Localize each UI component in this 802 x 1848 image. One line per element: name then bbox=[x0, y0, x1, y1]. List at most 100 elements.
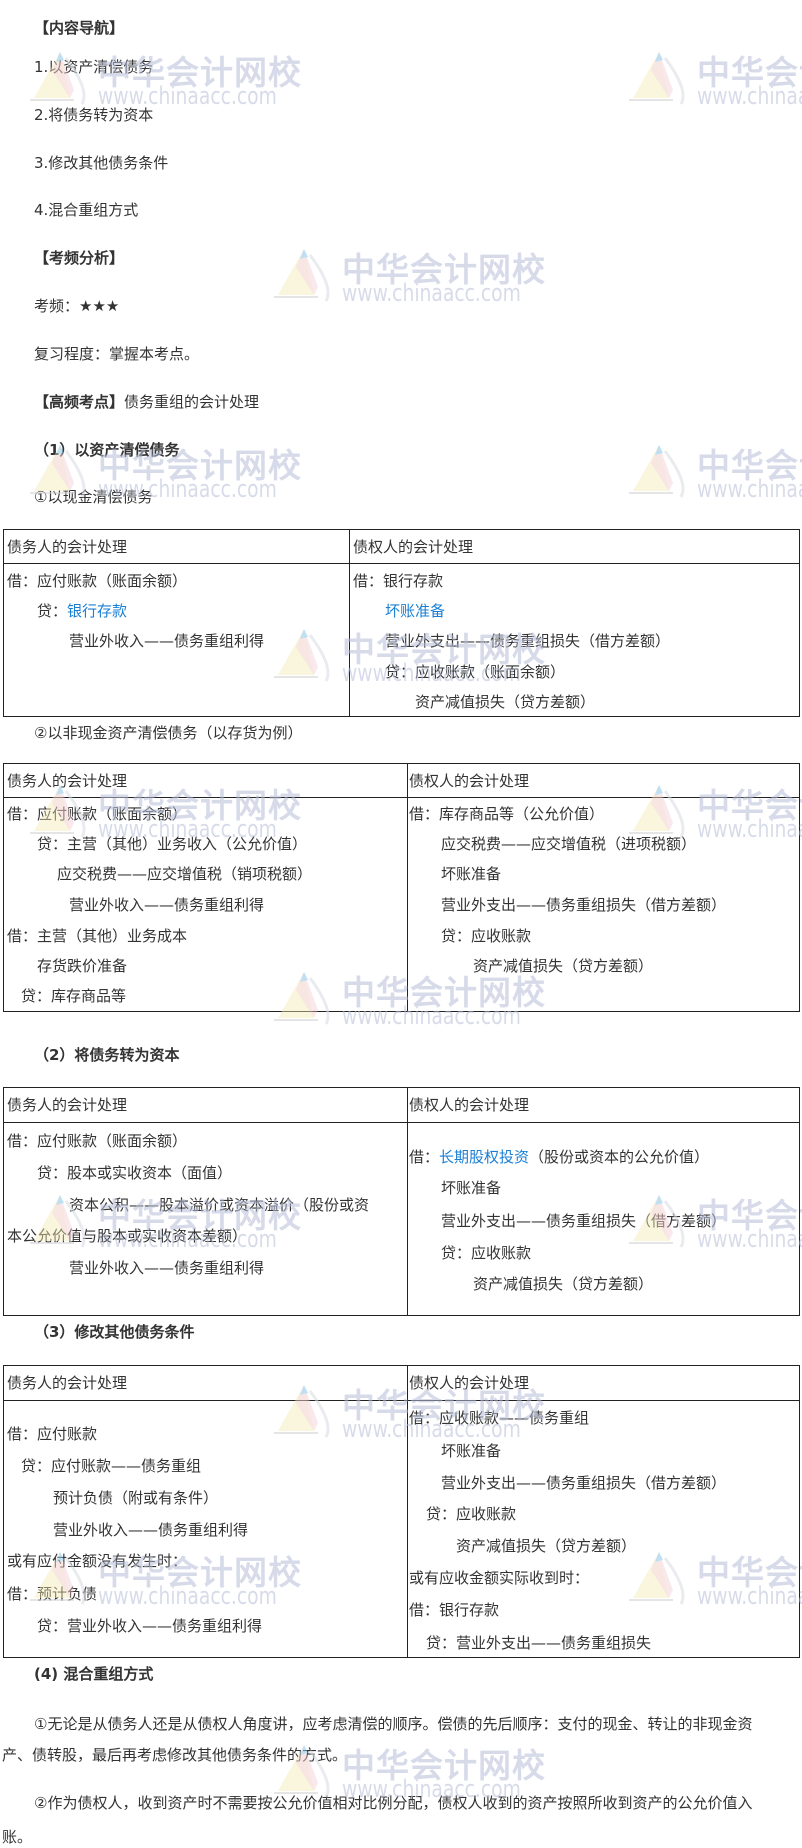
header-creditor: 债权人的会计处理 bbox=[409, 1096, 530, 1114]
column-divider bbox=[407, 1088, 408, 1315]
paragraph-2-line-1: ②作为债权人，收到资产时不需要按公允价值相对比例分配，债权人收到的资产按照所收到… bbox=[34, 1794, 753, 1812]
entry-line: 预计负债（附或有条件） bbox=[53, 1489, 219, 1507]
entry-line: 应交税费——应交增值税（销项税额） bbox=[57, 865, 313, 883]
table-modify-terms: 债务人的会计处理 债权人的会计处理 借：应付账款 贷：应付账款——债务重组 预计… bbox=[3, 1365, 800, 1658]
table-debt-to-equity: 债务人的会计处理 债权人的会计处理 借：应付账款（账面余额） 贷：股本或实收资本… bbox=[3, 1087, 800, 1316]
nav-item-1[interactable]: 1.以资产清偿债务 bbox=[34, 57, 153, 77]
entry-line: 坏账准备 bbox=[441, 865, 502, 883]
header-debtor: 债务人的会计处理 bbox=[7, 1374, 128, 1392]
watermark-logo: 中华会计网校 www.chinaacc.com bbox=[629, 50, 802, 110]
watermark-url: www.chinaacc.com bbox=[697, 82, 802, 110]
entry-line: 资产减值损失（贷方差额） bbox=[473, 957, 654, 975]
entry-line: 贷：应收账款 bbox=[441, 1244, 532, 1262]
header-debtor: 债务人的会计处理 bbox=[7, 538, 128, 556]
header-creditor: 债权人的会计处理 bbox=[409, 772, 530, 790]
entry-line: 贷：营业外收入——债务重组利得 bbox=[37, 1617, 263, 1635]
section-1-sub1: ①以现金清偿债务 bbox=[34, 488, 153, 506]
nav-item-3[interactable]: 3.修改其他债务条件 bbox=[34, 153, 168, 173]
nav-title: 【内容导航】 bbox=[34, 19, 125, 37]
nav-item-4[interactable]: 4.混合重组方式 bbox=[34, 200, 138, 220]
chinaacc-logo-icon bbox=[274, 249, 330, 302]
freq-label: 考频： bbox=[34, 297, 80, 315]
entry-line: 借：应付账款 bbox=[7, 1425, 98, 1443]
entry-line: 借：银行存款 bbox=[409, 1601, 500, 1619]
header-creditor: 债权人的会计处理 bbox=[353, 538, 474, 556]
key-point: 【高频考点】债务重组的会计处理 bbox=[34, 392, 259, 412]
entry-line: 或有应收金额实际收到时： bbox=[409, 1569, 590, 1587]
column-divider bbox=[407, 1366, 408, 1657]
equity-investment-link[interactable]: 长期股权投资 bbox=[439, 1148, 529, 1166]
section-4-title: (4) 混合重组方式 bbox=[34, 1665, 154, 1683]
entry-line: 资产减值损失（贷方差额） bbox=[456, 1537, 637, 1555]
entry-line: 借：应付账款（账面余额） bbox=[7, 572, 188, 590]
table-cash-settlement: 债务人的会计处理 债权人的会计处理 借：应付账款（账面余额） 贷：银行存款 营业… bbox=[3, 529, 800, 717]
entry-line: 营业外支出——债务重组损失（借方差额） bbox=[441, 1212, 727, 1230]
entry-line: 贷：库存商品等 bbox=[21, 987, 127, 1005]
paragraph-2-line-2: 账。 bbox=[2, 1828, 33, 1846]
watermark-logo: 中华会计网校 www.chinaacc.com bbox=[629, 443, 802, 503]
key-title: 【高频考点】 bbox=[34, 393, 125, 411]
entry-line: 营业外收入——债务重组利得 bbox=[69, 896, 265, 914]
key-text: 债务重组的会计处理 bbox=[124, 393, 260, 411]
bad-debt-link[interactable]: 坏账准备 bbox=[385, 601, 445, 621]
watermark-logo: 中华会计网校 www.chinaacc.com bbox=[274, 247, 574, 307]
section-3-title: （3）修改其他债务条件 bbox=[34, 1323, 195, 1341]
chinaacc-logo-icon bbox=[629, 445, 685, 498]
entry-line: 营业外收入——债务重组利得 bbox=[53, 1521, 249, 1539]
freq-stars: ★★★ bbox=[79, 297, 120, 315]
freq-title: 【考频分析】 bbox=[34, 249, 125, 267]
entry-line: 营业外支出——债务重组损失（借方差额） bbox=[385, 632, 671, 650]
entry-line: 贷：营业外支出——债务重组损失 bbox=[426, 1634, 652, 1652]
entry-line: 贷：主营（其他）业务收入（公允价值） bbox=[37, 835, 308, 853]
entry-line: 资本公积——股本溢价或资本溢价（股份或资 bbox=[69, 1196, 370, 1214]
watermark-url: www.chinaacc.com bbox=[697, 475, 802, 503]
entry-line: 应交税费——应交增值税（进项税额） bbox=[441, 835, 697, 853]
entry-line: 本公允价值与股本或实收资本差额） bbox=[7, 1227, 248, 1245]
column-divider bbox=[407, 764, 408, 1011]
entry-line: 借：银行存款 bbox=[353, 572, 444, 590]
entry-line: 坏账准备 bbox=[441, 1179, 502, 1197]
entry-line: 贷：应收账款（账面余额） bbox=[385, 663, 566, 681]
entry-line: 借：应收账款——债务重组 bbox=[409, 1409, 590, 1427]
entry-line: 或有应付金额没有发生时： bbox=[7, 1552, 188, 1570]
entry-line: 资产减值损失（贷方差额） bbox=[473, 1275, 654, 1293]
freq-line: 考频：★★★ bbox=[34, 296, 119, 316]
entry-line: 贷：应收账款 bbox=[441, 927, 532, 945]
entry-line: 借：应付账款（账面余额） bbox=[7, 1132, 188, 1150]
table-header: 债务人的会计处理 债权人的会计处理 bbox=[4, 530, 799, 564]
watermark-name: 中华会计网校 bbox=[342, 1746, 546, 1785]
entry-line: 贷：股本或实收资本（面值） bbox=[37, 1164, 233, 1182]
entry-line: 营业外支出——债务重组损失（借方差额） bbox=[441, 896, 727, 914]
header-debtor: 债务人的会计处理 bbox=[7, 772, 128, 790]
nav-item-2[interactable]: 2.将债务转为资本 bbox=[34, 105, 153, 125]
entry-line: 借：长期股权投资（股份或资本的公允价值） bbox=[409, 1147, 709, 1167]
entry-line: 存货跌价准备 bbox=[37, 957, 128, 975]
entry-line: 借：预计负债 bbox=[7, 1585, 98, 1603]
table-header: 债务人的会计处理 债权人的会计处理 bbox=[4, 764, 799, 798]
entry-line: 资产减值损失（贷方差额） bbox=[415, 693, 596, 711]
table-header: 债务人的会计处理 债权人的会计处理 bbox=[4, 1366, 799, 1401]
chinaacc-logo-icon bbox=[629, 52, 685, 105]
entry-line: 借：应付账款（账面余额） bbox=[7, 805, 188, 823]
header-creditor: 债权人的会计处理 bbox=[409, 1374, 530, 1392]
entry-line: 营业外支出——债务重组损失（借方差额） bbox=[441, 1474, 727, 1492]
paragraph-1-line-2: 产、债转股，最后再考虑修改其他债务条件的方式。 bbox=[2, 1746, 348, 1764]
entry-line: 贷：银行存款 bbox=[37, 601, 127, 621]
column-divider bbox=[349, 530, 350, 716]
entry-line: 营业外收入——债务重组利得 bbox=[69, 1259, 265, 1277]
paragraph-1-line-1: ①无论是从债务人还是从债权人角度讲，应考虑清偿的顺序。偿债的先后顺序：支付的现金… bbox=[34, 1715, 753, 1733]
header-debtor: 债务人的会计处理 bbox=[7, 1096, 128, 1114]
debit-label: 借： bbox=[409, 1148, 440, 1166]
entry-line: 营业外收入——债务重组利得 bbox=[69, 632, 265, 650]
section-2-title: （2）将债务转为资本 bbox=[34, 1046, 180, 1064]
section-1-title: （1）以资产清偿债务 bbox=[34, 441, 180, 459]
entry-note: （股份或资本的公允价值） bbox=[529, 1148, 710, 1166]
watermark-url: www.chinaacc.com bbox=[342, 279, 521, 307]
entry-line: 借：主营（其他）业务成本 bbox=[7, 927, 188, 945]
review-level: 复习程度：掌握本考点。 bbox=[34, 345, 200, 363]
watermark-name: 中华会计网校 bbox=[697, 446, 802, 485]
entry-line: 贷：应收账款 bbox=[426, 1505, 517, 1523]
bank-deposit-link[interactable]: 银行存款 bbox=[67, 602, 127, 620]
table-noncash-settlement: 债务人的会计处理 债权人的会计处理 借：应付账款（账面余额） 贷：主营（其他）业… bbox=[3, 763, 800, 1012]
entry-line: 贷：应付账款——债务重组 bbox=[21, 1457, 202, 1475]
